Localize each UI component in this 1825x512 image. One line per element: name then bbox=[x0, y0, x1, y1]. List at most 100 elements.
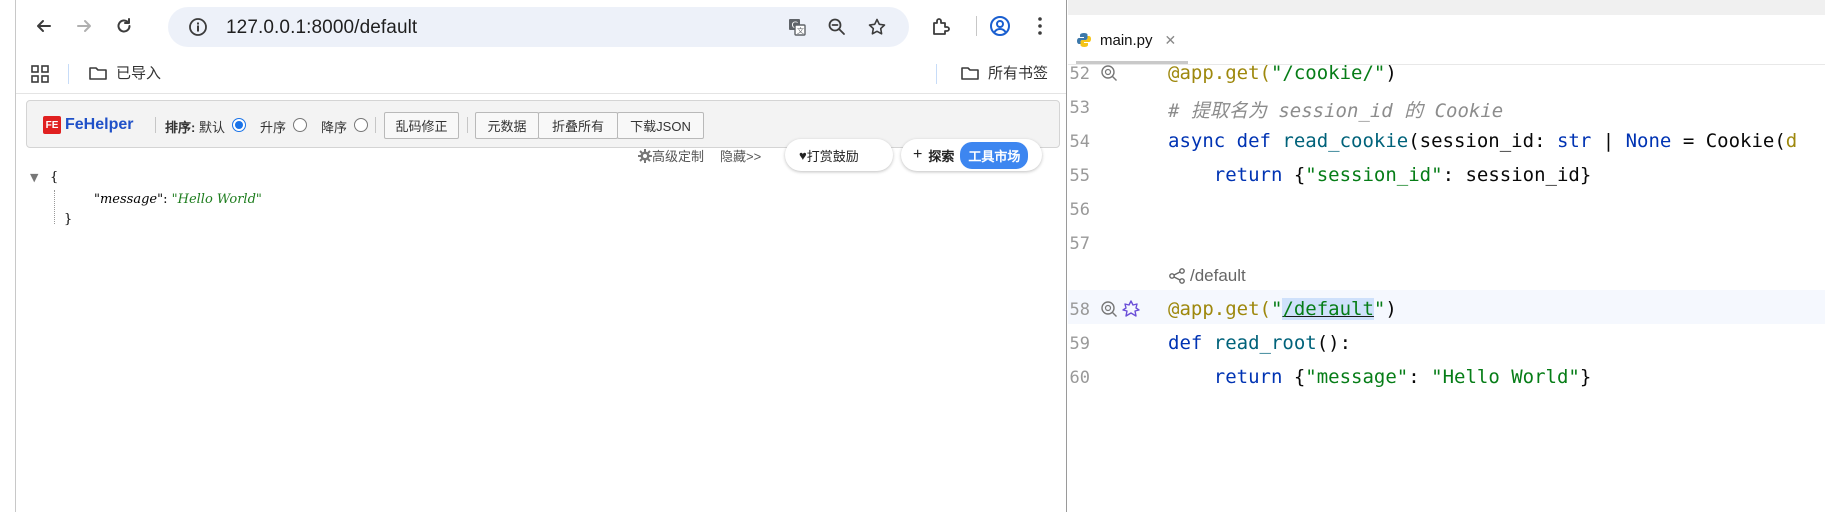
endpoint-inlay-hint[interactable]: /default bbox=[1168, 266, 1246, 286]
download-json-button[interactable]: 下载JSON bbox=[617, 112, 704, 139]
line-number: 54 bbox=[1069, 132, 1090, 152]
reload-icon bbox=[117, 18, 131, 33]
json-entry: "message": "Hello World" bbox=[94, 192, 262, 207]
raw-data-button[interactable]: 元数据 bbox=[475, 112, 539, 139]
tool-market-button[interactable]: 工具市场 bbox=[960, 141, 1029, 169]
code-line-53[interactable]: # 提取名为 session_id 的 Cookie bbox=[1168, 96, 1503, 123]
code-line-54[interactable]: async def read_cookie(session_id: str | … bbox=[1168, 130, 1797, 152]
line-number: 59 bbox=[1069, 334, 1090, 354]
bookmark-folder-imported[interactable]: 已导入 bbox=[88, 62, 161, 83]
bookmarks-divider bbox=[68, 64, 69, 84]
puzzle-icon bbox=[933, 18, 950, 35]
donate-label: 打赏鼓励 bbox=[806, 148, 859, 164]
collapse-all-button[interactable]: 折叠所有 bbox=[538, 112, 618, 139]
json-value: "Hello World" bbox=[171, 192, 262, 207]
browser-window: 127.0.0.1:8000/default G文 bbox=[15, 0, 1067, 512]
back-arrow-icon bbox=[37, 20, 51, 32]
endpoint-search-icon[interactable] bbox=[1100, 64, 1118, 82]
fe-divider bbox=[155, 117, 156, 133]
apps-grid-icon[interactable] bbox=[30, 64, 50, 84]
ide-editor: main.py ✕ 52 53 54 55 56 57 58 59 60 @ap… bbox=[1068, 0, 1825, 512]
gear-icon bbox=[638, 148, 652, 163]
endpoint-hint-text: /default bbox=[1190, 266, 1246, 285]
sort-desc-label[interactable]: 降序 bbox=[321, 117, 347, 136]
line-number: 60 bbox=[1069, 368, 1090, 388]
address-bar[interactable]: 127.0.0.1:8000/default G文 bbox=[168, 7, 909, 47]
sort-desc-radio[interactable] bbox=[354, 118, 368, 132]
svg-text:文: 文 bbox=[797, 26, 804, 35]
bookmark-folder-label: 已导入 bbox=[116, 65, 162, 82]
plus-icon: + bbox=[913, 146, 923, 163]
translate-icon: G文 bbox=[789, 19, 806, 36]
screen: 127.0.0.1:8000/default G文 bbox=[0, 0, 1825, 512]
tab-main-py[interactable]: main.py ✕ bbox=[1076, 15, 1180, 65]
json-key: "message" bbox=[94, 192, 164, 207]
sort-asc-label[interactable]: 升序 bbox=[260, 117, 286, 136]
line-number: 56 bbox=[1069, 200, 1090, 220]
tab-label: main.py bbox=[1100, 31, 1153, 49]
json-indent-guide bbox=[54, 190, 55, 224]
collapse-toggle-icon[interactable]: ▼ bbox=[30, 171, 38, 184]
profile-button[interactable] bbox=[986, 12, 1014, 40]
close-tab-icon[interactable]: ✕ bbox=[1165, 32, 1177, 49]
star-icon bbox=[868, 18, 886, 35]
site-info-icon[interactable] bbox=[188, 17, 208, 37]
browser-menu-button[interactable] bbox=[1026, 12, 1054, 40]
folder-icon bbox=[961, 66, 979, 80]
json-colon: : bbox=[163, 192, 168, 207]
json-open-brace: { bbox=[50, 170, 59, 185]
fehelper-logo-icon: FE bbox=[43, 116, 61, 134]
zoom-button[interactable] bbox=[825, 15, 849, 39]
code-line-60[interactable]: return {"message": "Hello World"} bbox=[1168, 366, 1592, 388]
hide-link[interactable]: 隐藏>> bbox=[720, 146, 761, 165]
url-text[interactable]: 127.0.0.1:8000/default bbox=[226, 17, 417, 39]
endpoint-search-icon[interactable] bbox=[1100, 300, 1118, 318]
line-number: 52 bbox=[1069, 64, 1090, 84]
fehelper-logo[interactable]: FE FeHelper bbox=[43, 116, 133, 134]
code-line-58[interactable]: @app.get("/default") bbox=[1168, 298, 1397, 320]
folder-icon bbox=[89, 66, 107, 80]
desktop-edge bbox=[0, 0, 15, 512]
sort-default-label[interactable]: 默认 bbox=[199, 117, 225, 136]
toolbar-divider bbox=[976, 16, 977, 36]
sort-asc-radio[interactable] bbox=[293, 118, 307, 132]
share-nodes-icon bbox=[1169, 268, 1185, 284]
line-number: 57 bbox=[1069, 234, 1090, 254]
all-bookmarks-label: 所有书签 bbox=[988, 65, 1049, 82]
bookmarks-bar: 已导入 所有书签 bbox=[16, 52, 1066, 94]
code-line-52[interactable]: @app.get("/cookie/") bbox=[1168, 62, 1397, 84]
fe-divider bbox=[467, 117, 468, 133]
sort-label: 排序: bbox=[165, 120, 196, 135]
donate-button[interactable]: ♥ 打赏鼓励 bbox=[785, 139, 893, 171]
kebab-menu-icon bbox=[1038, 17, 1042, 35]
forward-arrow-icon bbox=[77, 20, 91, 32]
fehelper-logo-text: FeHelper bbox=[65, 116, 134, 133]
advanced-settings-link[interactable]: 高级定制 bbox=[638, 146, 704, 165]
code-line-55[interactable]: return {"session_id": session_id} bbox=[1168, 164, 1592, 186]
explore-button[interactable]: + 探索 工具市场 bbox=[901, 139, 1042, 171]
zoom-out-icon bbox=[828, 18, 845, 35]
python-file-icon bbox=[1077, 33, 1091, 47]
extensions-button[interactable] bbox=[927, 12, 955, 40]
bookmark-star-button[interactable] bbox=[865, 15, 889, 39]
profile-avatar-icon bbox=[990, 16, 1010, 36]
run-request-icon[interactable] bbox=[1122, 300, 1140, 318]
explore-label: 探索 bbox=[928, 148, 955, 164]
fix-encoding-button[interactable]: 乱码修正 bbox=[384, 112, 459, 139]
advanced-settings-label: 高级定制 bbox=[652, 149, 705, 164]
line-number: 58 bbox=[1069, 300, 1090, 320]
code-line-59[interactable]: def read_root(): bbox=[1168, 332, 1351, 354]
translate-button[interactable]: G文 bbox=[785, 15, 809, 39]
forward-button[interactable] bbox=[68, 10, 100, 42]
ide-title-strip bbox=[1068, 0, 1825, 15]
line-number: 55 bbox=[1069, 166, 1090, 186]
reload-button[interactable] bbox=[108, 10, 140, 42]
back-button[interactable] bbox=[28, 10, 60, 42]
highlighted-path[interactable]: /default bbox=[1282, 298, 1374, 320]
all-bookmarks-folder[interactable]: 所有书签 bbox=[960, 62, 1048, 83]
bookmarks-divider-right bbox=[936, 64, 937, 84]
browser-toolbar: 127.0.0.1:8000/default G文 bbox=[16, 0, 1066, 52]
heart-icon: ♥ bbox=[799, 147, 807, 163]
fe-divider bbox=[375, 117, 376, 133]
sort-default-radio[interactable] bbox=[232, 118, 246, 132]
